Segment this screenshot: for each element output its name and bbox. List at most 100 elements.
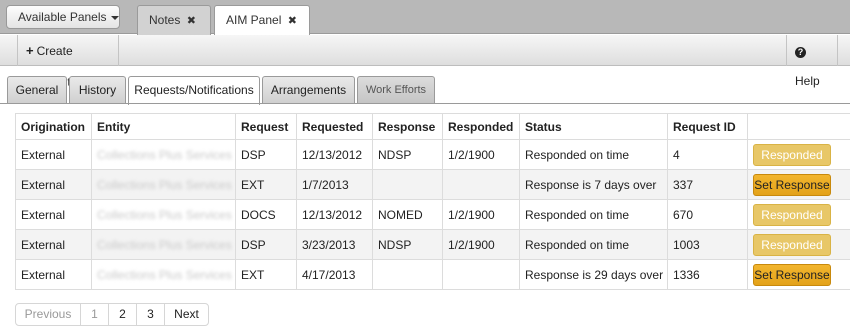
request-id-cell: 670 [667, 199, 748, 230]
tab-arrangements[interactable]: Arrangements [262, 76, 355, 104]
entity-name: Collections Plus Services [97, 267, 232, 282]
close-icon[interactable]: ✖ [187, 15, 196, 27]
responded-button[interactable]: Responded [753, 143, 831, 166]
tab-requests-notifications[interactable]: Requests/Notifications [128, 76, 260, 105]
entity-name: Collections Plus Services [97, 177, 232, 192]
plus-icon: + [26, 43, 34, 58]
create-request-button[interactable]: +Create Request [17, 35, 119, 89]
column-header: Requested [296, 113, 373, 140]
column-header: Status [519, 113, 668, 140]
tab-label: History [78, 83, 117, 97]
response-cell: NDSP [372, 229, 443, 260]
table-row[interactable]: External Collections Plus Services EXT 1… [15, 169, 850, 200]
table-row[interactable]: External Collections Plus Services EXT 4… [15, 259, 850, 290]
status-cell: Response is 29 days over [519, 259, 668, 290]
entity-cell: Collections Plus Services [91, 169, 236, 200]
tab-divider [0, 103, 850, 104]
status-cell: Response is 7 days over [519, 169, 668, 200]
column-header: Request ID [667, 113, 748, 140]
panel-tab-notes[interactable]: Notes ✖ [137, 5, 211, 35]
entity-cell: Collections Plus Services [91, 139, 236, 170]
panel-tab-label: AIM Panel [226, 13, 282, 27]
column-header [747, 113, 850, 140]
table-header-row: Origination Entity Request Requested Res… [15, 113, 850, 140]
responded-button[interactable]: Responded [753, 203, 831, 226]
table-row[interactable]: External Collections Plus Services DOCS … [15, 199, 850, 230]
request-id-cell: 1003 [667, 229, 748, 260]
panel-bar: Available Panels Notes ✖ AIM Panel ✖ [0, 0, 850, 35]
responded-cell: 1/2/1900 [442, 229, 520, 260]
requested-cell: 3/23/2013 [296, 229, 373, 260]
caret-down-icon [110, 15, 119, 20]
request-cell: EXT [235, 259, 297, 290]
set-response-button[interactable]: Set Response [753, 263, 831, 286]
responded-cell: 1/2/1900 [442, 139, 520, 170]
request-id-cell: 4 [667, 139, 748, 170]
action-cell: Responded [747, 139, 850, 170]
action-cell: Set Response [747, 169, 850, 200]
response-cell [372, 259, 443, 290]
page-3-button[interactable]: 3 [137, 304, 165, 325]
tab-work-efforts[interactable]: Work Efforts [357, 76, 435, 104]
tab-label: General [15, 83, 59, 97]
entity-cell: Collections Plus Services [91, 199, 236, 230]
set-response-button[interactable]: Set Response [753, 173, 831, 196]
tab-label: Requests/Notifications [134, 83, 254, 97]
column-header: Responded [442, 113, 520, 140]
origination-cell: External [15, 199, 92, 230]
entity-cell: Collections Plus Services [91, 259, 236, 290]
request-cell: DSP [235, 139, 297, 170]
status-cell: Responded on time [519, 199, 668, 230]
responded-cell [442, 169, 520, 200]
request-cell: EXT [235, 169, 297, 200]
page-2-button[interactable]: 2 [109, 304, 137, 325]
request-id-cell: 337 [667, 169, 748, 200]
column-header: Entity [91, 113, 236, 140]
origination-cell: External [15, 139, 92, 170]
column-header: Request [235, 113, 297, 140]
entity-name: Collections Plus Services [97, 237, 232, 252]
previous-page-button[interactable]: Previous [16, 304, 81, 325]
request-id-cell: 1336 [667, 259, 748, 290]
panel-tab-label: Notes [149, 13, 181, 27]
tab-label: Arrangements [270, 83, 347, 97]
action-cell: Responded [747, 199, 850, 230]
response-cell [372, 169, 443, 200]
tab-general[interactable]: General [7, 76, 67, 104]
entity-name: Collections Plus Services [97, 147, 232, 162]
available-panels-label: Available Panels [18, 10, 107, 24]
action-cell: Responded [747, 229, 850, 260]
next-page-button[interactable]: Next [165, 304, 208, 325]
close-icon[interactable]: ✖ [288, 15, 297, 27]
entity-cell: Collections Plus Services [91, 229, 236, 260]
action-cell: Set Response [747, 259, 850, 290]
request-cell: DSP [235, 229, 297, 260]
requested-cell: 12/13/2012 [296, 139, 373, 170]
tab-label: Work Efforts [365, 84, 427, 96]
help-button[interactable]: ?Help [786, 35, 838, 88]
table-row[interactable]: External Collections Plus Services DSP 1… [15, 139, 850, 170]
toolbar: +Create Request ?Help [0, 35, 850, 89]
response-cell: NDSP [372, 139, 443, 170]
origination-cell: External [15, 259, 92, 290]
question-circle-icon: ? [795, 47, 806, 58]
section-tabs: General History Requests/Notifications A… [0, 76, 850, 105]
tab-history[interactable]: History [69, 76, 126, 104]
responded-button[interactable]: Responded [753, 233, 831, 256]
column-header: Response [372, 113, 443, 140]
entity-name: Collections Plus Services [97, 207, 232, 222]
status-cell: Responded on time [519, 139, 668, 170]
page-1-button[interactable]: 1 [81, 304, 109, 325]
panel-tab-aim[interactable]: AIM Panel ✖ [214, 5, 310, 35]
column-header: Origination [15, 113, 92, 140]
requests-table: Origination Entity Request Requested Res… [15, 113, 850, 290]
responded-cell [442, 259, 520, 290]
pagination: Previous 1 2 3 Next [15, 303, 209, 326]
requested-cell: 4/17/2013 [296, 259, 373, 290]
response-cell: NOMED [372, 199, 443, 230]
table-row[interactable]: External Collections Plus Services DSP 3… [15, 229, 850, 260]
available-panels-button[interactable]: Available Panels [6, 5, 120, 29]
requested-cell: 12/13/2012 [296, 199, 373, 230]
responded-cell: 1/2/1900 [442, 199, 520, 230]
origination-cell: External [15, 229, 92, 260]
